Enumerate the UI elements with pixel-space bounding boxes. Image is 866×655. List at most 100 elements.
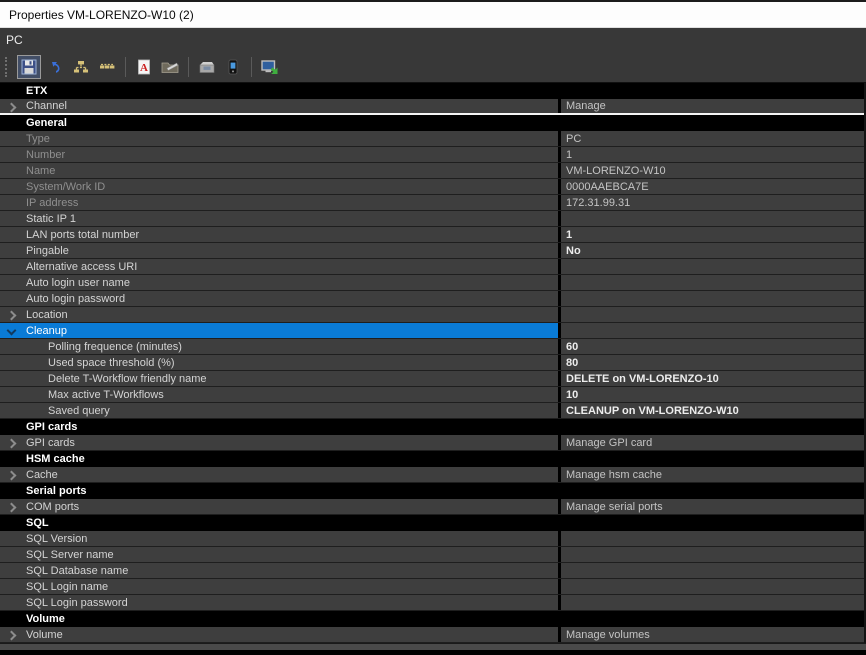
category-row-etx[interactable]: ETX — [0, 83, 864, 99]
property-row-sql-login-name[interactable]: SQL Login name — [0, 579, 864, 595]
property-row-volume[interactable]: VolumeManage volumes — [0, 627, 864, 643]
property-label-cell[interactable]: Polling frequence (minutes) — [0, 339, 558, 354]
property-value-cell[interactable] — [561, 291, 864, 306]
property-value-cell[interactable] — [561, 579, 864, 594]
property-row-sql-login-password[interactable]: SQL Login password — [0, 595, 864, 611]
property-value-cell[interactable]: 1 — [561, 147, 864, 162]
property-label-cell[interactable]: Saved query — [0, 403, 558, 418]
property-row-sql-version[interactable]: SQL Version — [0, 531, 864, 547]
property-value-cell[interactable]: VM-LORENZO-W10 — [561, 163, 864, 178]
property-label-cell[interactable]: Max active T-Workflows — [0, 387, 558, 402]
undo-button[interactable] — [43, 55, 67, 79]
property-label-cell[interactable]: Volume — [0, 627, 558, 642]
property-value-cell[interactable] — [561, 563, 864, 578]
property-label-cell[interactable]: Number — [0, 147, 558, 162]
property-label-cell[interactable]: SQL Database name — [0, 563, 558, 578]
property-value-cell[interactable]: Manage volumes — [561, 627, 864, 642]
property-row-max-active-t-workflows[interactable]: Max active T-Workflows10 — [0, 387, 864, 403]
property-row-cleanup[interactable]: Cleanup — [0, 323, 864, 339]
property-row-system-work-id[interactable]: System/Work ID0000AAEBCA7E — [0, 179, 864, 195]
property-value-cell[interactable] — [561, 531, 864, 546]
property-row-static-ip-1[interactable]: Static IP 1 — [0, 211, 864, 227]
property-value-cell[interactable]: CLEANUP on VM-LORENZO-W10 — [561, 403, 864, 418]
property-value-cell[interactable]: Manage hsm cache — [561, 467, 864, 482]
property-row-location[interactable]: Location — [0, 307, 864, 323]
property-value-cell[interactable]: PC — [561, 131, 864, 146]
property-value-cell[interactable] — [561, 275, 864, 290]
property-row-type[interactable]: TypePC — [0, 131, 864, 147]
property-label-cell[interactable]: System/Work ID — [0, 179, 558, 194]
toolbar-grip[interactable] — [5, 57, 11, 77]
category-row-volume[interactable]: Volume — [0, 611, 864, 627]
property-value-cell[interactable]: 60 — [561, 339, 864, 354]
property-label-cell[interactable]: LAN ports total number — [0, 227, 558, 242]
property-row-gpi-cards[interactable]: GPI cardsManage GPI card — [0, 435, 864, 451]
category-row-hsm-cache[interactable]: HSM cache — [0, 451, 864, 467]
property-label-cell[interactable]: Auto login password — [0, 291, 558, 306]
property-value-cell[interactable] — [561, 547, 864, 562]
property-label-cell[interactable]: Type — [0, 131, 558, 146]
property-label-cell[interactable]: SQL Server name — [0, 547, 558, 562]
property-value-cell[interactable] — [561, 259, 864, 274]
property-row-sql-server-name[interactable]: SQL Server name — [0, 547, 864, 563]
property-row-alternative-access-uri[interactable]: Alternative access URI — [0, 259, 864, 275]
property-row-channel[interactable]: ChannelManage — [0, 99, 864, 115]
property-label-cell[interactable]: Static IP 1 — [0, 211, 558, 226]
property-label-cell[interactable]: COM ports — [0, 499, 558, 514]
property-label-cell[interactable]: Delete T-Workflow friendly name — [0, 371, 558, 386]
property-value-cell[interactable]: Manage serial ports — [561, 499, 864, 514]
property-row-sql-database-name[interactable]: SQL Database name — [0, 563, 864, 579]
property-value-cell[interactable]: 172.31.99.31 — [561, 195, 864, 210]
property-value-cell[interactable]: Manage — [561, 99, 864, 113]
property-label-cell[interactable]: IP address — [0, 195, 558, 210]
property-label-cell[interactable]: Channel — [0, 99, 558, 113]
property-row-lan-ports-total-number[interactable]: LAN ports total number1 — [0, 227, 864, 243]
property-label-cell[interactable]: Cleanup — [0, 323, 558, 338]
property-value-cell[interactable]: DELETE on VM-LORENZO-10 — [561, 371, 864, 386]
property-row-pingable[interactable]: PingableNo — [0, 243, 864, 259]
category-row-gpi-cards[interactable]: GPI cards — [0, 419, 864, 435]
font-button[interactable]: A — [132, 55, 156, 79]
property-label-cell[interactable]: Used space threshold (%) — [0, 355, 558, 370]
property-value-cell[interactable]: 0000AAEBCA7E — [561, 179, 864, 194]
property-label-cell[interactable]: Location — [0, 307, 558, 322]
property-row-polling-frequence-minutes[interactable]: Polling frequence (minutes)60 — [0, 339, 864, 355]
category-row-general[interactable]: General — [0, 115, 864, 131]
property-value-cell[interactable] — [561, 323, 864, 338]
expand-tree-button[interactable] — [69, 55, 93, 79]
property-value-cell[interactable]: 10 — [561, 387, 864, 402]
mobile-device-button[interactable] — [221, 55, 245, 79]
property-row-name[interactable]: NameVM-LORENZO-W10 — [0, 163, 864, 179]
property-value-cell[interactable]: 80 — [561, 355, 864, 370]
property-row-delete-t-workflow-friendly-name[interactable]: Delete T-Workflow friendly nameDELETE on… — [0, 371, 864, 387]
property-row-ip-address[interactable]: IP address172.31.99.31 — [0, 195, 864, 211]
property-value-cell[interactable] — [561, 307, 864, 322]
category-row-sql[interactable]: SQL — [0, 515, 864, 531]
property-row-cache[interactable]: CacheManage hsm cache — [0, 467, 864, 483]
property-label-cell[interactable]: GPI cards — [0, 435, 558, 450]
property-label-cell[interactable]: Pingable — [0, 243, 558, 258]
property-label-cell[interactable]: SQL Login name — [0, 579, 558, 594]
property-label-cell[interactable]: SQL Version — [0, 531, 558, 546]
property-label-cell[interactable]: Cache — [0, 467, 558, 482]
property-row-com-ports[interactable]: COM portsManage serial ports — [0, 499, 864, 515]
property-label-cell[interactable]: SQL Login password — [0, 595, 558, 610]
edit-folder-button[interactable] — [158, 55, 182, 79]
property-value-cell[interactable] — [561, 595, 864, 610]
property-label-cell[interactable]: Name — [0, 163, 558, 178]
collapse-tree-button[interactable] — [95, 55, 119, 79]
property-value-cell[interactable]: No — [561, 243, 864, 258]
property-row-used-space-threshold[interactable]: Used space threshold (%)80 — [0, 355, 864, 371]
property-row-saved-query[interactable]: Saved queryCLEANUP on VM-LORENZO-W10 — [0, 403, 864, 419]
property-value-cell[interactable]: 1 — [561, 227, 864, 242]
property-value-cell[interactable]: Manage GPI card — [561, 435, 864, 450]
package-button[interactable] — [195, 55, 219, 79]
property-row-auto-login-password[interactable]: Auto login password — [0, 291, 864, 307]
property-label-cell[interactable]: Alternative access URI — [0, 259, 558, 274]
property-row-number[interactable]: Number1 — [0, 147, 864, 163]
property-value-cell[interactable] — [561, 211, 864, 226]
category-row-serial-ports[interactable]: Serial ports — [0, 483, 864, 499]
save-button[interactable] — [17, 55, 41, 79]
remote-desktop-button[interactable] — [258, 55, 282, 79]
property-label-cell[interactable]: Auto login user name — [0, 275, 558, 290]
